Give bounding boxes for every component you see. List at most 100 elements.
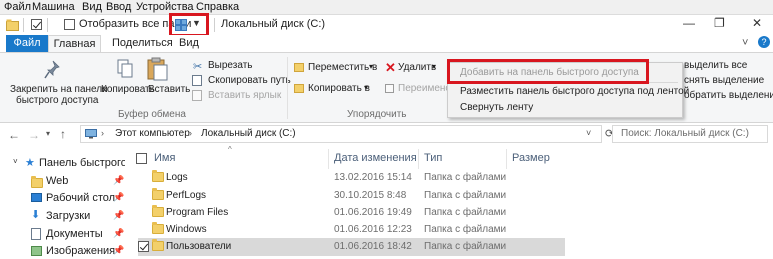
copy-icon[interactable] bbox=[117, 59, 133, 79]
ribbon-collapse-icon[interactable]: ˅ bbox=[742, 37, 748, 49]
pin-icon[interactable]: 📌 bbox=[113, 245, 124, 256]
column-header-type[interactable]: Тип bbox=[424, 152, 442, 164]
tab-share[interactable]: Поделиться bbox=[108, 35, 177, 52]
move-to-chevron-icon[interactable]: ▾ bbox=[369, 62, 373, 71]
pin-icon[interactable]: 📌 bbox=[113, 192, 124, 203]
delete-x-icon[interactable]: ✕ bbox=[385, 60, 396, 76]
paste-shortcut-button[interactable]: Вставить ярлык bbox=[208, 90, 281, 101]
pictures-icon bbox=[31, 246, 42, 256]
file-type: Папка с файлами bbox=[424, 190, 507, 201]
qa-checkbox-checked[interactable] bbox=[31, 19, 42, 30]
folder-icon bbox=[152, 205, 164, 217]
move-to-folder-icon[interactable] bbox=[294, 63, 304, 72]
pin-icon[interactable]: 📌 bbox=[113, 210, 124, 221]
maximize-button[interactable]: ❐ bbox=[714, 16, 725, 30]
file-date: 01.06.2016 12:23 bbox=[334, 224, 412, 235]
ribbon-tabs: Файл Главная Поделиться Вид ˅ ? bbox=[0, 35, 773, 52]
file-type: Папка с файлами bbox=[424, 224, 507, 235]
close-button[interactable]: ✕ bbox=[752, 16, 762, 30]
table-row[interactable]: Пользователи 01.06.2016 18:42 Папка с фа… bbox=[138, 238, 565, 256]
address-bar[interactable]: › Этот компьютер › Локальный диск (C:) ˅ bbox=[80, 125, 602, 143]
invert-selection-button[interactable]: обратить выделение bbox=[684, 90, 773, 101]
copy-to-button[interactable]: Копировать в bbox=[308, 83, 370, 94]
table-row[interactable]: Logs 13.02.2016 15:14 Папка с файлами bbox=[138, 169, 565, 187]
tab-view[interactable]: Вид bbox=[175, 35, 203, 52]
copy-path-icon[interactable] bbox=[192, 75, 202, 86]
file-type: Папка с файлами bbox=[424, 172, 507, 183]
nav-item-quick-access[interactable]: Панель быстрого доступа bbox=[39, 157, 125, 169]
copy-button[interactable]: Копировать bbox=[101, 84, 155, 95]
vm-menu-devices[interactable]: Устройства bbox=[136, 1, 194, 13]
downloads-arrow-icon: ⬇ bbox=[31, 209, 41, 221]
table-row[interactable]: Program Files 01.06.2016 19:49 Папка с ф… bbox=[138, 204, 565, 222]
group-separator bbox=[287, 57, 288, 119]
recent-locations-chevron-icon[interactable]: ▾ bbox=[46, 129, 50, 138]
select-all-button[interactable]: выделить все bbox=[684, 60, 747, 71]
scissors-icon[interactable]: ✂ bbox=[193, 60, 202, 73]
breadcrumb-chevron-icon[interactable]: › bbox=[101, 128, 104, 138]
delete-button[interactable]: Удалить bbox=[398, 62, 436, 73]
tab-home[interactable]: Главная bbox=[48, 35, 101, 52]
file-name: Пользователи bbox=[166, 241, 232, 252]
pin-icon[interactable] bbox=[44, 60, 60, 80]
forward-arrow-icon[interactable]: → bbox=[28, 128, 40, 142]
paste-icon[interactable] bbox=[147, 57, 169, 81]
nav-item-web[interactable]: Web bbox=[46, 175, 68, 187]
up-arrow-icon[interactable]: ↑ bbox=[60, 127, 66, 141]
pin-icon[interactable]: 📌 bbox=[113, 175, 124, 186]
highlight-box-add-to-quick-access bbox=[447, 59, 649, 84]
folder-icon bbox=[152, 239, 164, 251]
breadcrumb-local-disk[interactable]: Локальный диск (C:) bbox=[201, 128, 296, 139]
vm-menu-file[interactable]: Файл bbox=[4, 1, 31, 13]
delete-chevron-icon[interactable]: ▾ bbox=[432, 62, 436, 71]
paste-shortcut-icon[interactable] bbox=[192, 90, 202, 101]
address-dropdown-chevron-icon[interactable]: ˅ bbox=[586, 128, 591, 138]
rename-button[interactable]: Переименовать bbox=[398, 83, 447, 94]
file-type: Папка с файлами bbox=[424, 207, 507, 218]
table-row[interactable]: Windows 01.06.2016 12:23 Папка с файлами bbox=[138, 221, 565, 239]
sort-chevron-icon: ^ bbox=[228, 145, 232, 154]
cut-button[interactable]: Вырезать bbox=[208, 60, 252, 71]
help-button[interactable]: ? bbox=[758, 36, 770, 48]
column-separator[interactable] bbox=[328, 149, 329, 169]
copy-to-folder-icon[interactable] bbox=[294, 84, 304, 93]
pin-quick-access-label-2[interactable]: быстрого доступа bbox=[16, 95, 98, 106]
vm-menu-machine[interactable]: Машина bbox=[32, 1, 75, 13]
vm-menu-help[interactable]: Справка bbox=[196, 1, 239, 13]
deselect-button[interactable]: снять выделение bbox=[684, 75, 764, 86]
menu-item-move-quick-access-below-ribbon[interactable]: Разместить панель быстрого доступа под л… bbox=[460, 86, 689, 97]
select-all-checkbox[interactable] bbox=[136, 153, 147, 164]
nav-expand-chevron-icon[interactable]: ˅ bbox=[13, 157, 18, 166]
table-row[interactable]: PerfLogs 30.10.2015 8:48 Папка с файлами bbox=[138, 187, 565, 205]
nav-item-documents[interactable]: Документы bbox=[46, 228, 103, 240]
show-all-folders-checkbox[interactable] bbox=[64, 19, 75, 30]
rename-icon[interactable] bbox=[385, 84, 394, 93]
column-separator[interactable] bbox=[418, 149, 419, 169]
column-header-size[interactable]: Размер bbox=[512, 152, 550, 164]
search-input[interactable]: Поиск: Локальный диск (C:) bbox=[612, 125, 768, 143]
tab-file[interactable]: Файл bbox=[6, 35, 48, 52]
copy-to-chevron-icon[interactable]: ▾ bbox=[364, 83, 368, 92]
minimize-button[interactable]: — bbox=[683, 16, 695, 30]
row-checkbox[interactable] bbox=[138, 241, 149, 252]
paste-button[interactable]: Вставить bbox=[148, 84, 190, 95]
copy-path-button[interactable]: Скопировать путь bbox=[208, 75, 291, 86]
nav-item-pictures[interactable]: Изображения bbox=[46, 245, 115, 257]
column-header-name[interactable]: Имя bbox=[154, 152, 175, 164]
move-to-button[interactable]: Переместить в bbox=[308, 62, 377, 73]
nav-item-downloads[interactable]: Загрузки bbox=[46, 210, 90, 222]
breadcrumb-chevron-icon[interactable]: › bbox=[189, 128, 192, 138]
nav-item-desktop[interactable]: Рабочий стол bbox=[46, 192, 115, 204]
column-separator[interactable] bbox=[506, 149, 507, 169]
file-type: Папка с файлами bbox=[424, 241, 507, 252]
pin-quick-access-label-1[interactable]: Закрепить на панели bbox=[10, 84, 108, 95]
breadcrumb-this-pc[interactable]: Этот компьютер bbox=[115, 128, 190, 139]
vm-menu-input[interactable]: Ввод bbox=[106, 1, 131, 13]
titlebar-separator bbox=[214, 18, 215, 32]
folder-icon bbox=[152, 170, 164, 182]
vm-menu-view[interactable]: Вид bbox=[82, 1, 102, 13]
column-header-date[interactable]: Дата изменения bbox=[334, 152, 417, 164]
menu-item-minimize-ribbon[interactable]: Свернуть ленту bbox=[460, 102, 533, 113]
pin-icon[interactable]: 📌 bbox=[113, 228, 124, 239]
back-arrow-icon[interactable]: ← bbox=[8, 128, 20, 142]
